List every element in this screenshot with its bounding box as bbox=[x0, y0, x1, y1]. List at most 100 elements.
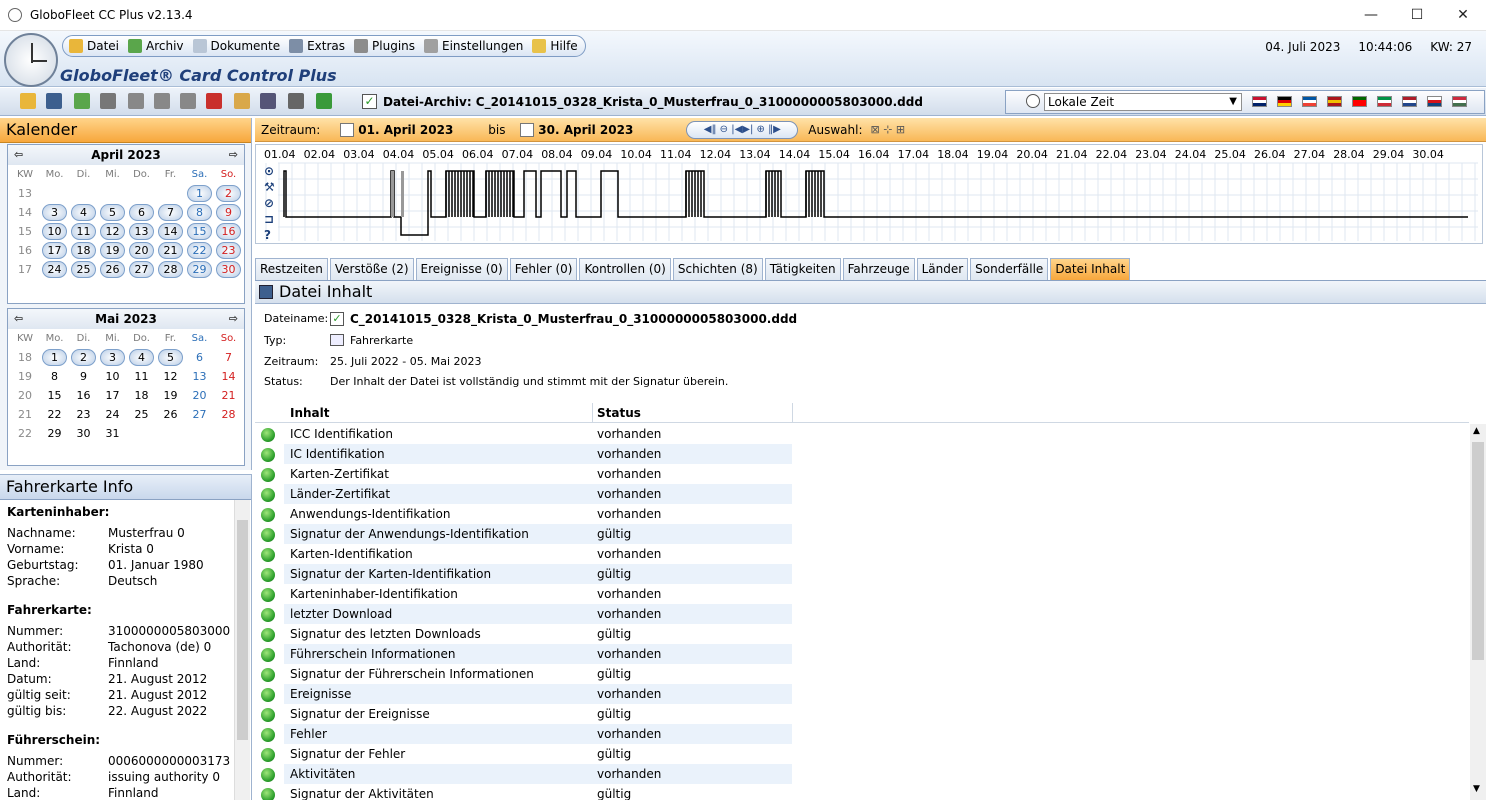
table-row[interactable]: Signatur der Aktivitäten gültig bbox=[255, 784, 1469, 800]
calendar-day[interactable]: 24 bbox=[98, 405, 127, 424]
tab-6[interactable]: Tätigkeiten bbox=[764, 258, 841, 280]
close-icon[interactable]: ✕ bbox=[1440, 0, 1486, 31]
week-number[interactable]: 13 bbox=[10, 184, 40, 203]
calendar-day[interactable]: 17 bbox=[40, 241, 69, 260]
tab-2[interactable]: Ereignisse (0) bbox=[415, 258, 508, 280]
table-row[interactable]: Karten-Zertifikat vorhanden bbox=[255, 464, 1469, 484]
calendar-day[interactable]: 26 bbox=[98, 260, 127, 279]
language-flag-icon[interactable] bbox=[1377, 96, 1392, 107]
calendar-day[interactable]: 25 bbox=[127, 405, 156, 424]
calendar-day[interactable]: 22 bbox=[40, 405, 69, 424]
calendar-day[interactable]: 1 bbox=[185, 184, 214, 203]
calendar-day[interactable]: 13 bbox=[185, 367, 214, 386]
calendar-day[interactable]: 3 bbox=[98, 348, 127, 367]
calendar-day[interactable]: 28 bbox=[156, 260, 185, 279]
tab-3[interactable]: Fehler (0) bbox=[509, 258, 578, 280]
minimize-icon[interactable]: — bbox=[1348, 0, 1394, 31]
calendar-day[interactable]: 17 bbox=[98, 386, 127, 405]
language-flag-icon[interactable] bbox=[1327, 96, 1342, 107]
week-number[interactable]: 20 bbox=[10, 386, 40, 405]
toolbar-button-icon[interactable] bbox=[100, 93, 116, 109]
table-row[interactable]: IC Identifikation vorhanden bbox=[255, 444, 1469, 464]
menu-item-4[interactable]: Plugins bbox=[354, 39, 415, 53]
toolbar-button-icon[interactable] bbox=[154, 93, 170, 109]
toolbar-button-icon[interactable] bbox=[316, 93, 332, 109]
calendar-day[interactable]: 11 bbox=[127, 367, 156, 386]
week-number[interactable]: 18 bbox=[10, 348, 40, 367]
calendar-day[interactable]: 27 bbox=[185, 405, 214, 424]
calendar-icon[interactable] bbox=[340, 122, 355, 137]
table-row[interactable]: Führerschein Informationen vorhanden bbox=[255, 644, 1469, 664]
prev-month-icon[interactable]: ⇦ bbox=[14, 145, 23, 165]
calendar-day[interactable]: 13 bbox=[127, 222, 156, 241]
calendar-day[interactable]: 27 bbox=[127, 260, 156, 279]
language-flag-icon[interactable] bbox=[1452, 96, 1467, 107]
week-number[interactable]: 17 bbox=[10, 260, 40, 279]
calendar-day[interactable]: 20 bbox=[127, 241, 156, 260]
toolbar-button-icon[interactable] bbox=[234, 93, 250, 109]
table-row[interactable]: Aktivitäten vorhanden bbox=[255, 764, 1469, 784]
tab-0[interactable]: Restzeiten bbox=[255, 258, 328, 280]
period-from[interactable]: 01. April 2023 bbox=[358, 123, 488, 137]
calendar-day[interactable]: 22 bbox=[185, 241, 214, 260]
table-row[interactable]: Signatur des letzten Downloads gültig bbox=[255, 624, 1469, 644]
table-row[interactable]: Anwendungs-Identifikation vorhanden bbox=[255, 504, 1469, 524]
table-row[interactable]: letzter Download vorhanden bbox=[255, 604, 1469, 624]
toolbar-button-icon[interactable] bbox=[180, 93, 196, 109]
language-flag-icon[interactable] bbox=[1427, 96, 1442, 107]
table-scrollbar[interactable]: ▲ ▼ bbox=[1470, 424, 1486, 800]
calendar-day[interactable]: 30 bbox=[214, 260, 243, 279]
menu-item-1[interactable]: Archiv bbox=[128, 39, 184, 53]
timezone-select[interactable]: Lokale Zeit ▼ bbox=[1044, 93, 1242, 111]
calendar-day[interactable]: 14 bbox=[156, 222, 185, 241]
calendar-day[interactable]: 2 bbox=[69, 348, 98, 367]
calendar-day[interactable]: 9 bbox=[214, 203, 243, 222]
toolbar-button-icon[interactable] bbox=[20, 93, 36, 109]
calendar-day[interactable]: 1 bbox=[40, 348, 69, 367]
calendar-day[interactable]: 11 bbox=[69, 222, 98, 241]
calendar-day[interactable]: 12 bbox=[156, 367, 185, 386]
tab-9[interactable]: Sonderfälle bbox=[970, 258, 1049, 280]
menu-item-5[interactable]: Einstellungen bbox=[424, 39, 523, 53]
calendar-day[interactable]: 19 bbox=[98, 241, 127, 260]
toolbar-button-icon[interactable] bbox=[260, 93, 276, 109]
navigation-controls[interactable]: ◀‖ ⊖ |◀▶| ⊕ ‖▶ bbox=[686, 120, 799, 139]
table-row[interactable]: Signatur der Führerschein Informationen g… bbox=[255, 664, 1469, 684]
menu-item-2[interactable]: Dokumente bbox=[192, 39, 280, 53]
tab-7[interactable]: Fahrzeuge bbox=[842, 258, 915, 280]
tab-1[interactable]: Verstöße (2) bbox=[329, 258, 414, 280]
calendar-day[interactable]: 10 bbox=[40, 222, 69, 241]
calendar-day[interactable]: 20 bbox=[185, 386, 214, 405]
calendar-day[interactable]: 4 bbox=[127, 348, 156, 367]
period-to[interactable]: 30. April 2023 bbox=[538, 123, 686, 137]
selection-icons[interactable]: ⊠ ⊹ ⊞ bbox=[871, 123, 906, 136]
table-row[interactable]: Signatur der Ereignisse gültig bbox=[255, 704, 1469, 724]
calendar-day[interactable]: 26 bbox=[156, 405, 185, 424]
table-row[interactable]: Karten-Identifikation vorhanden bbox=[255, 544, 1469, 564]
tab-8[interactable]: Länder bbox=[916, 258, 969, 280]
calendar-day[interactable]: 6 bbox=[185, 348, 214, 367]
table-row[interactable]: Signatur der Fehler gültig bbox=[255, 744, 1469, 764]
week-number[interactable]: 19 bbox=[10, 367, 40, 386]
calendar-day[interactable]: 29 bbox=[185, 260, 214, 279]
prev-month-icon[interactable]: ⇦ bbox=[14, 309, 23, 329]
calendar-day[interactable]: 14 bbox=[214, 367, 243, 386]
calendar-day[interactable]: 18 bbox=[127, 386, 156, 405]
info-scrollbar[interactable] bbox=[234, 500, 250, 800]
tab-10[interactable]: Datei Inhalt bbox=[1050, 258, 1131, 280]
column-header-inhalt[interactable]: Inhalt bbox=[290, 406, 330, 420]
toolbar-button-icon[interactable] bbox=[128, 93, 144, 109]
calendar-day[interactable]: 24 bbox=[40, 260, 69, 279]
calendar-day[interactable]: 23 bbox=[69, 405, 98, 424]
toolbar-button-icon[interactable] bbox=[46, 93, 62, 109]
calendar-day[interactable]: 5 bbox=[98, 203, 127, 222]
week-number[interactable]: 15 bbox=[10, 222, 40, 241]
toolbar-button-icon[interactable] bbox=[288, 93, 304, 109]
table-row[interactable]: Länder-Zertifikat vorhanden bbox=[255, 484, 1469, 504]
week-number[interactable]: 22 bbox=[10, 424, 40, 443]
calendar-day[interactable]: 5 bbox=[156, 348, 185, 367]
week-number[interactable]: 21 bbox=[10, 405, 40, 424]
calendar-day[interactable]: 9 bbox=[69, 367, 98, 386]
calendar-day[interactable]: 21 bbox=[214, 386, 243, 405]
calendar-day[interactable]: 4 bbox=[69, 203, 98, 222]
